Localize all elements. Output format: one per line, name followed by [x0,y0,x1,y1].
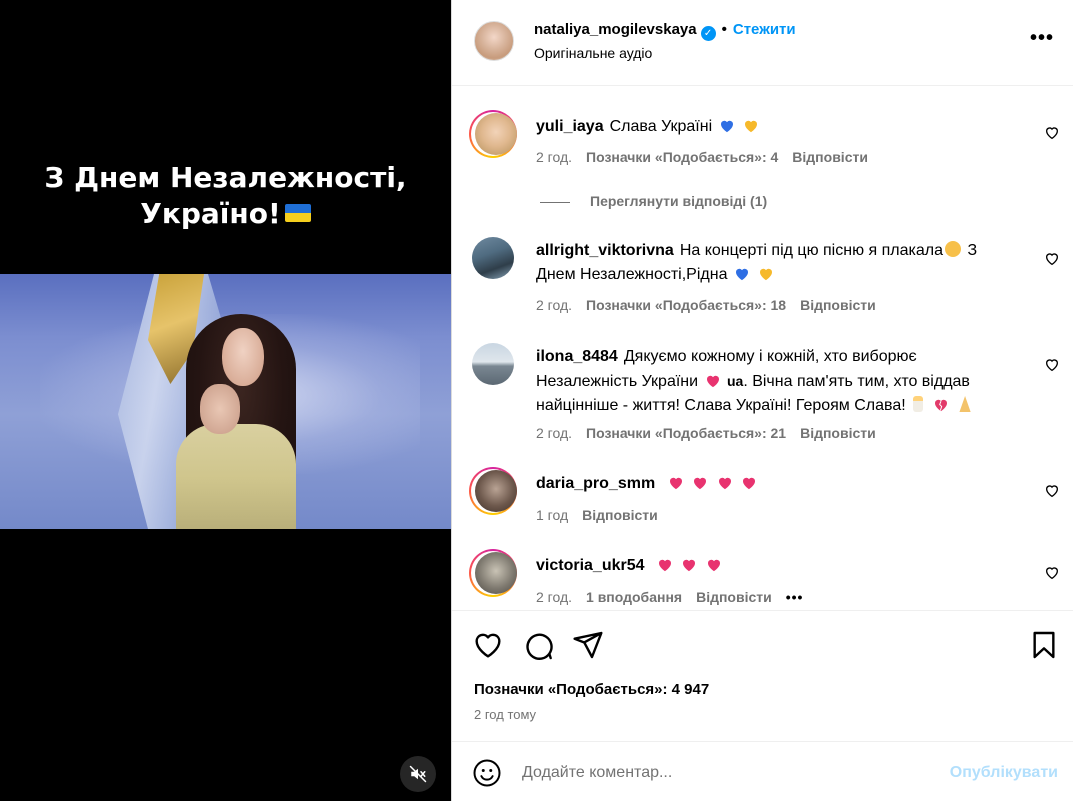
commenter-avatar[interactable] [475,470,517,512]
crying-face-icon [945,241,961,257]
pink-heart-icon [707,559,720,572]
video-caption-line2: Україно! [140,197,281,230]
comment-composer: Опублікувати [452,741,1073,801]
comment-likes[interactable]: Позначки «Подобається»: 4 [586,149,778,165]
post-time[interactable]: 2 год тому [474,707,536,722]
comment-text: daria_pro_smm [536,472,1016,496]
comment-time[interactable]: 2 год. [536,425,572,441]
comment-time[interactable]: 2 год. [536,297,572,313]
video-caption-line1: З Днем Незалежності, [44,161,407,194]
post-panel: nataliya_mogilevskaya ✓ • Стежити Оригіналь… [451,0,1073,801]
verified-badge-icon: ✓ [700,26,716,41]
video-caption-line2-wrap: Україно! [0,196,451,232]
candle-icon [913,396,924,412]
video-player[interactable]: З Днем Незалежності, Україно! [0,0,451,801]
commenter-username[interactable]: victoria_ukr54 [536,557,645,574]
commenter-username[interactable]: daria_pro_smm [536,475,655,492]
commenter-avatar[interactable] [472,237,514,279]
comment-meta: 2 год. Позначки «Подобається»: 4 Відповіст… [536,149,882,165]
comment-time[interactable]: 1 год [536,507,568,523]
like-comment-icon[interactable] [1044,125,1060,141]
separator-dot: • [721,21,727,38]
comments-list[interactable]: yuli_iaya Слава Україні 2 год. Позначки «П… [452,87,1073,609]
like-comment-icon[interactable] [1044,483,1060,499]
video-caption: З Днем Незалежності, Україно! [0,160,451,232]
commenter-avatar[interactable] [475,552,517,594]
author-username[interactable]: nataliya_mogilevskaya [534,21,697,38]
author-username-row: nataliya_mogilevskaya ✓ • Стежити [534,21,796,41]
share-icon[interactable] [572,629,604,661]
commenter-username[interactable]: ilona_8484 [536,348,618,365]
mute-button[interactable] [400,756,436,792]
comment-body: На концерті під цю пісню я плакала [679,242,943,259]
commenter-avatar[interactable] [475,113,517,155]
comment-more-icon[interactable]: ••• [786,589,804,605]
comment-body: Слава Україні [609,118,713,135]
like-icon[interactable] [472,629,504,661]
likes-count[interactable]: Позначки «Подобається»: 4 947 [474,681,709,698]
comment-time[interactable]: 2 год. [536,149,572,165]
commenter-username[interactable]: allright_viktorivna [536,242,674,259]
volume-muted-icon [409,765,427,783]
like-comment-icon[interactable] [1044,251,1060,267]
comment-time[interactable]: 2 год. [536,589,572,605]
comment-likes[interactable]: Позначки «Подобається»: 18 [586,297,786,313]
praying-hands-icon [959,396,971,412]
comment-input[interactable] [522,760,922,786]
broken-heart-icon [934,399,947,412]
reply-button[interactable]: Відповісти [800,297,876,313]
save-bookmark-icon[interactable] [1028,629,1060,661]
ukraine-flag-icon [284,204,311,222]
post-header: nataliya_mogilevskaya ✓ • Стежити Оригіналь… [452,0,1073,86]
blue-heart-icon [735,268,748,281]
emoji-picker-icon[interactable] [472,758,502,788]
commenter-username[interactable]: yuli_iaya [536,118,604,135]
reply-button[interactable]: Відповісти [582,507,658,523]
comment-text: yuli_iaya Слава Україні [536,115,1016,139]
comment-meta: 2 год. 1 вподобання Відповісти ••• [536,589,817,605]
singer-hand [200,384,240,434]
comment-text: allright_viktorivna На концерті під цю пі… [536,239,1016,287]
comment-meta: 2 год. Позначки «Подобається»: 18 Відповіс… [536,297,890,313]
comment-text: ilona_8484 Дякуємо кожному і кожній, хто … [536,345,1016,418]
singer-face [222,328,264,386]
blue-heart-icon [720,120,733,133]
singer-dress [176,424,296,529]
comment-meta: 2 год. Позначки «Подобається»: 21 Відповіс… [536,425,890,441]
reply-button[interactable]: Відповісти [792,149,868,165]
reply-button[interactable]: Відповісти [696,589,772,605]
pink-heart-icon [718,477,731,490]
pink-heart-icon [694,477,707,490]
more-options-icon[interactable]: ••• [1030,28,1054,48]
like-comment-icon[interactable] [1044,565,1060,581]
pink-heart-icon [706,375,719,388]
like-comment-icon[interactable] [1044,357,1060,373]
ua-badge: ua [726,373,744,389]
follow-button[interactable]: Стежити [733,21,796,38]
action-bar: Позначки «Подобається»: 4 947 2 год тому [452,610,1073,740]
comment-likes[interactable]: 1 вподобання [586,589,682,605]
yellow-heart-icon [745,120,758,133]
pink-heart-icon [683,559,696,572]
pink-heart-icon [742,477,755,490]
reply-button[interactable]: Відповісти [800,425,876,441]
pink-heart-icon [669,477,682,490]
view-replies-button[interactable]: Переглянути відповіді (1) [540,193,767,209]
yellow-heart-icon [760,268,773,281]
pink-heart-icon [658,559,671,572]
video-frame [0,274,451,529]
comment-icon[interactable] [522,629,554,661]
author-avatar[interactable] [474,21,514,61]
comment-text: victoria_ukr54 [536,554,1016,578]
commenter-avatar[interactable] [472,343,514,385]
publish-button[interactable]: Опублікувати [950,764,1058,782]
comment-meta: 1 год Відповісти [536,507,672,523]
comment-likes[interactable]: Позначки «Подобається»: 21 [586,425,786,441]
audio-label[interactable]: Оригінальне аудіо [534,45,652,61]
